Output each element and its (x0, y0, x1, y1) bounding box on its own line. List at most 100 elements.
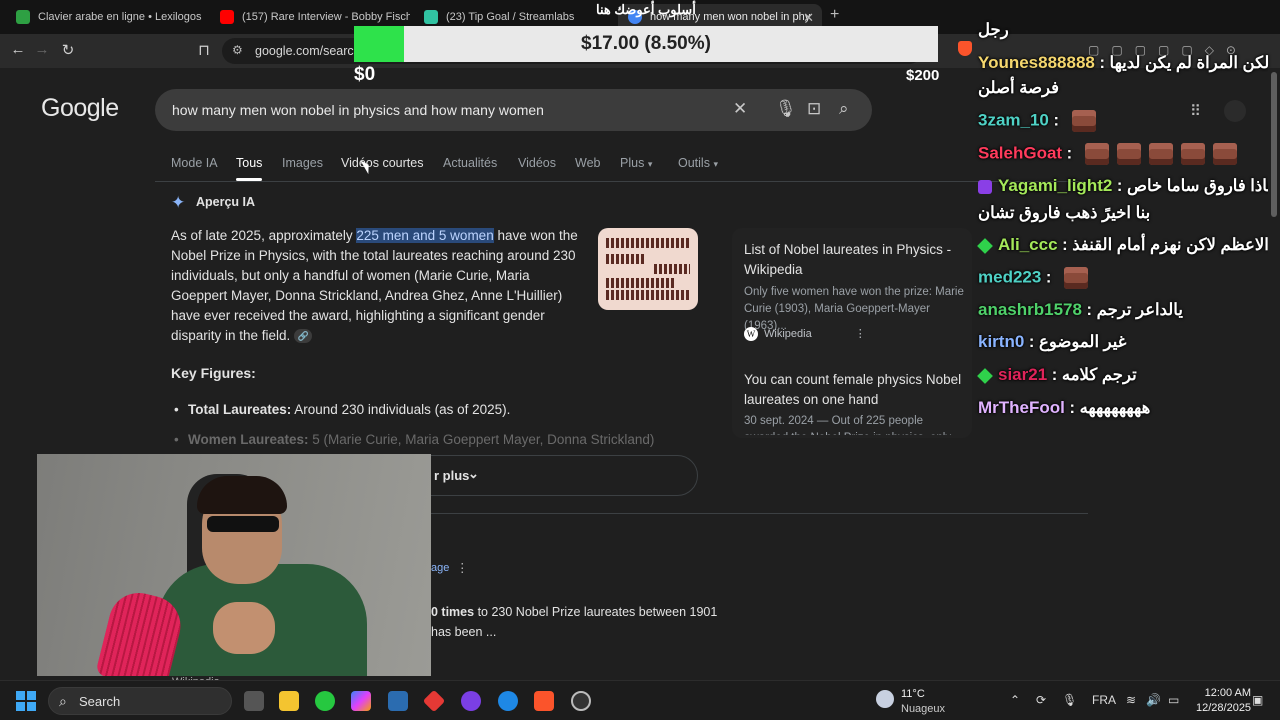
chat-username[interactable]: med223 (978, 267, 1041, 286)
chevron-down-icon: ▾ (713, 159, 718, 169)
chat-username[interactable]: SalehGoat (978, 143, 1062, 162)
gem-badge-icon (977, 237, 993, 254)
xbox-icon[interactable] (315, 691, 335, 711)
tip-goal-max: $200 (906, 67, 940, 84)
search-query[interactable]: how many men won nobel in physics and ho… (172, 102, 544, 118)
thumb-row (606, 238, 690, 248)
copilot-icon[interactable] (351, 691, 371, 711)
chat-separator: : (1064, 399, 1080, 417)
clock-date: 12/28/2025 (1196, 702, 1252, 714)
chevron-down-icon: ⌄ (468, 466, 479, 481)
ai-text-rest: have won the Nobel Prize in Physics, wit… (171, 228, 578, 343)
clear-search-icon[interactable]: ✕ (733, 99, 747, 119)
chat-message: 3zam_10 : (978, 110, 1268, 132)
chat-message: kirtn0 : غير الموضوع (978, 332, 1268, 352)
result-page-link[interactable]: age (431, 562, 449, 574)
tab-title: Clavier arabe en ligne • Lexilogos (38, 11, 202, 23)
chat-username[interactable]: Younes888888 (978, 53, 1095, 72)
chat-message: بنا اخيرً ذهب فاروق تشان (978, 203, 1268, 223)
bullet-label: Total Laureates: (188, 402, 292, 417)
system-clock[interactable]: 12:00 AM 12/28/2025 (1196, 686, 1251, 716)
task-view-icon[interactable] (244, 691, 264, 711)
bookmark-icon[interactable]: ⊓ (194, 41, 214, 59)
more-options-icon[interactable]: ⋮ (456, 560, 469, 575)
chat-emote-icon (1180, 143, 1205, 165)
tab-videos[interactable]: Vidéos (518, 156, 556, 170)
chat-message: فرصة أصلن (978, 78, 1268, 98)
notification-icon[interactable]: ▣ (1252, 693, 1263, 707)
chat-username[interactable]: siar21 (998, 365, 1047, 384)
brave-browser-icon[interactable] (534, 691, 554, 711)
tab-web[interactable]: Web (575, 156, 600, 170)
streamlabs-icon (424, 10, 438, 24)
reload-icon[interactable]: ↻ (58, 41, 78, 59)
tab-outils[interactable]: Outils ▾ (678, 156, 718, 170)
link-icon[interactable]: 🔗 (294, 329, 313, 344)
app-purple-icon[interactable] (461, 691, 481, 711)
app-red-diamond-icon[interactable] (422, 689, 446, 713)
brave-shield-icon[interactable] (958, 41, 972, 56)
file-explorer-icon[interactable] (279, 691, 299, 711)
store-icon[interactable] (388, 691, 408, 711)
google-logo[interactable]: Google (41, 94, 119, 123)
tab-tous[interactable]: Tous (236, 156, 262, 170)
chat-message: anashrb1578 : يالداعر ترجم (978, 300, 1268, 320)
search-icon[interactable]: ⌕ (839, 99, 849, 119)
taskbar-search[interactable]: ⌕ Search (48, 687, 232, 715)
volume-icon[interactable]: 🔊 (1146, 693, 1161, 707)
weather-temp: 11°C (901, 688, 925, 700)
chat-text: يالداعر ترجم (1096, 301, 1183, 319)
app-blue-icon[interactable] (498, 691, 518, 711)
tab-videos-courtes[interactable]: Vidéos courtes (341, 156, 423, 170)
tab-plus[interactable]: Plus ▾ (620, 156, 652, 170)
screen: Clavier arabe en ligne • Lexilogos (157)… (0, 0, 1280, 720)
thumb-row (654, 264, 690, 274)
chat-separator: : (1057, 236, 1073, 254)
language-indicator[interactable]: FRA (1092, 693, 1116, 707)
laureates-chart-thumbnail[interactable] (598, 228, 698, 310)
new-tab-icon[interactable]: + (830, 6, 839, 24)
chat-username[interactable]: anashrb1578 (978, 300, 1082, 319)
source-title[interactable]: You can count female physics Nobel laure… (744, 370, 970, 410)
tray-chevron-icon[interactable]: ⌃ (1010, 693, 1020, 707)
stream-overlay-title: أسلوب أعوضك هنا (596, 2, 696, 17)
battery-icon[interactable]: ▭ (1168, 693, 1179, 707)
forward-icon[interactable]: → (32, 41, 52, 58)
sync-icon[interactable]: ⟳ (1036, 693, 1046, 707)
site-info-icon[interactable]: ⚙ (232, 43, 243, 57)
chat-message: رجل (978, 20, 1268, 40)
wifi-icon[interactable]: ≋ (1126, 693, 1136, 707)
chat-username[interactable]: Ali_ccc (998, 235, 1058, 254)
chat-username[interactable]: MrTheFool (978, 398, 1065, 417)
chat-username[interactable]: kirtn0 (978, 332, 1024, 351)
result-snippet-bold: 0 times (431, 605, 475, 619)
back-icon[interactable]: ← (8, 41, 28, 58)
search-box[interactable]: how many men won nobel in physics and ho… (155, 89, 872, 131)
tab-actualites[interactable]: Actualités (443, 156, 497, 170)
chat-emote-icon (1116, 143, 1141, 165)
chat-emote-icon (1071, 110, 1096, 132)
close-tab-icon[interactable]: ✕ (803, 10, 814, 26)
url-text: google.com/search (255, 44, 361, 58)
chat-username[interactable]: Yagami_light2 (998, 176, 1112, 195)
tab-images[interactable]: Images (282, 156, 323, 170)
windows-start-icon[interactable] (16, 691, 36, 711)
chat-username[interactable]: 3zam_10 (978, 110, 1049, 129)
source-site[interactable]: W Wikipedia ⋮ (744, 327, 866, 342)
tab-lexilogos[interactable]: Clavier arabe en ligne • Lexilogos (6, 4, 206, 30)
ai-overview-heading: Aperçu IA (196, 195, 256, 209)
more-options-icon[interactable]: ⋮ (855, 328, 866, 340)
source-title[interactable]: List of Nobel laureates in Physics - Wik… (744, 240, 970, 280)
chat-emote-icon (1064, 267, 1088, 289)
tab-mode-ia[interactable]: Mode IA (171, 156, 218, 170)
result-snippet-rest: to 230 Nobel Prize laureates between 190… (474, 605, 718, 619)
obs-icon[interactable] (571, 691, 591, 711)
lens-search-icon[interactable]: ⊡ (807, 99, 821, 119)
wikipedia-icon: W (744, 327, 758, 342)
chat-emote-icon (1212, 143, 1237, 165)
chevron-down-icon: ▾ (647, 159, 653, 169)
microphone-icon[interactable]: 🎙 (1062, 693, 1077, 707)
scrollbar-thumb[interactable] (1271, 72, 1277, 217)
voice-search-icon[interactable]: 🎙 (775, 99, 797, 119)
chat-message: med223 : (978, 267, 1268, 289)
